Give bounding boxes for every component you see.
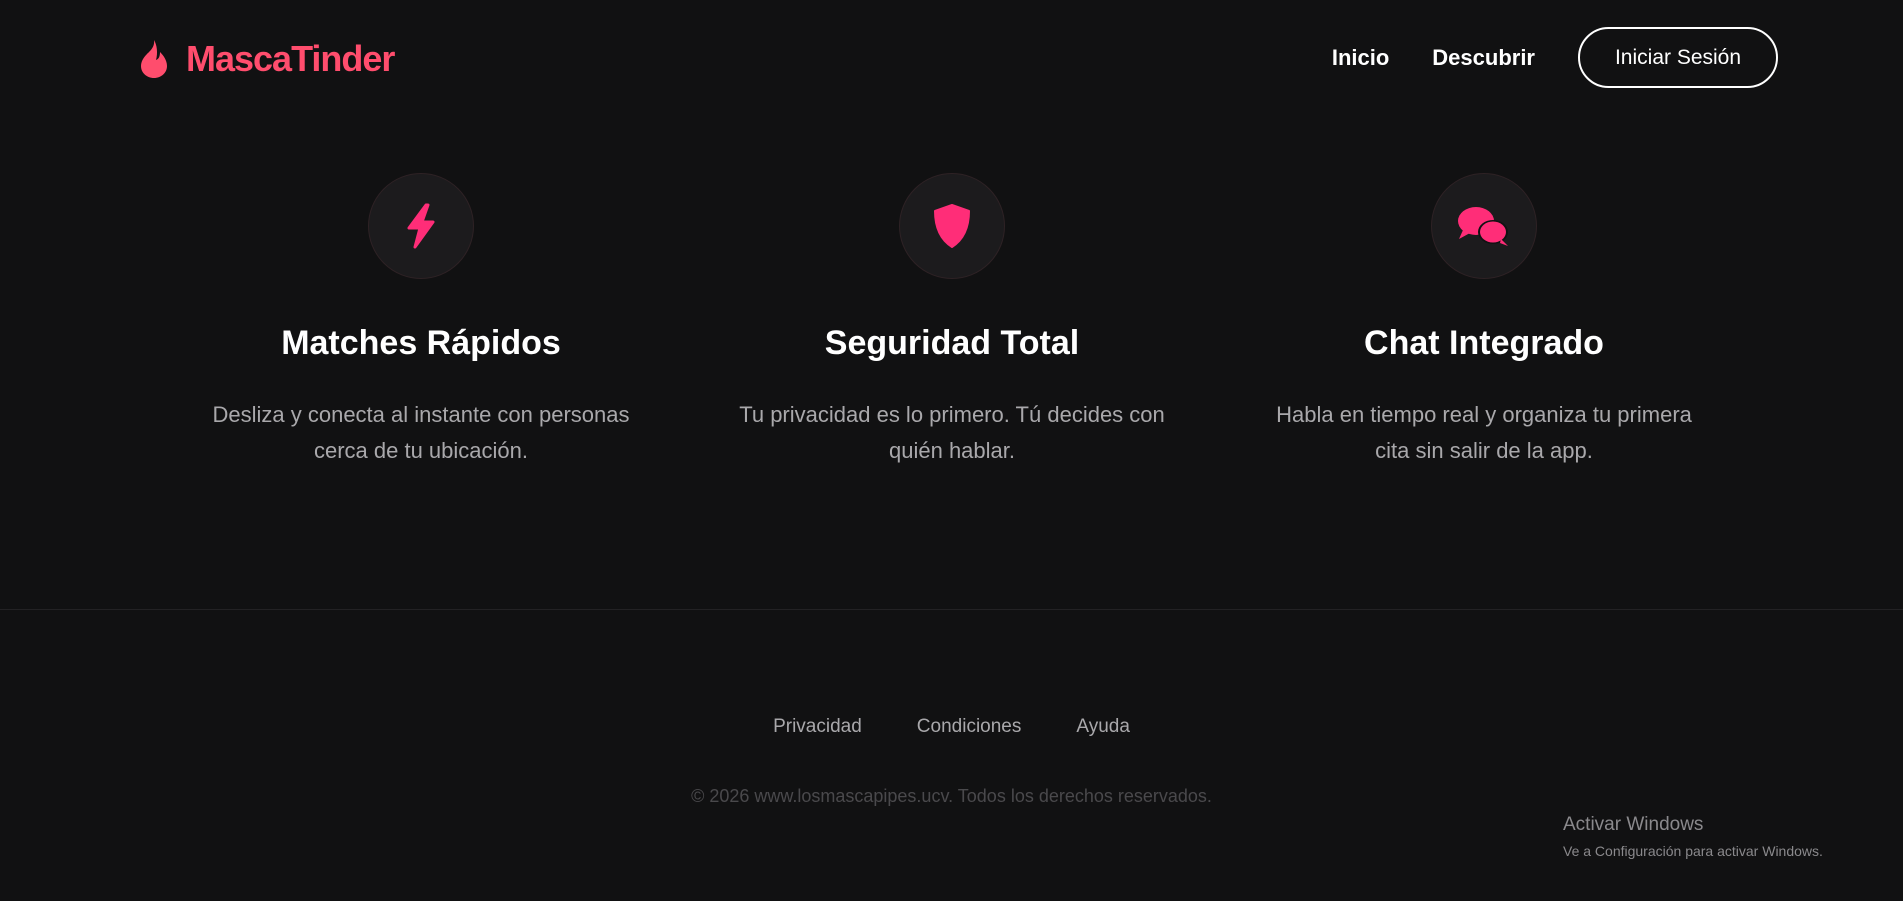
footer-link-privacidad[interactable]: Privacidad bbox=[773, 716, 862, 738]
main-nav: Inicio Descubrir Iniciar Sesión bbox=[1332, 27, 1778, 88]
windows-activation-watermark: Activar Windows Ve a Configuración para … bbox=[1563, 813, 1823, 861]
site-header: MascaTinder Inicio Descubrir Iniciar Ses… bbox=[0, 0, 1903, 116]
feature-card-security: Seguridad Total Tu privacidad es lo prim… bbox=[722, 173, 1182, 469]
feature-description: Tu privacidad es lo primero. Tú decides … bbox=[739, 402, 1165, 463]
feature-title: Seguridad Total bbox=[824, 324, 1080, 362]
shield-icon bbox=[934, 204, 970, 248]
feature-card-matches: Matches Rápidos Desliza y conecta al ins… bbox=[191, 173, 651, 469]
feature-icon-circle bbox=[368, 173, 474, 279]
copyright-text: © 2026 www.losmascapipes.ucv. Todos los … bbox=[691, 786, 1212, 806]
feature-title: Matches Rápidos bbox=[281, 324, 561, 362]
feature-title: Chat Integrado bbox=[1364, 324, 1604, 362]
footer-link-condiciones[interactable]: Condiciones bbox=[917, 716, 1022, 738]
feature-description: Desliza y conecta al instante con person… bbox=[212, 402, 630, 463]
footer-link-ayuda[interactable]: Ayuda bbox=[1076, 716, 1130, 738]
brand-name: MascaTinder bbox=[186, 38, 395, 79]
features-section: Matches Rápidos Desliza y conecta al ins… bbox=[0, 173, 1903, 473]
lightning-bolt-icon bbox=[407, 203, 435, 249]
nav-link-descubrir[interactable]: Descubrir bbox=[1432, 45, 1535, 71]
feature-description: Habla en tiempo real y organiza tu prime… bbox=[1276, 402, 1692, 463]
watermark-subtitle: Ve a Configuración para activar Windows. bbox=[1563, 843, 1823, 859]
login-button[interactable]: Iniciar Sesión bbox=[1578, 27, 1778, 88]
footer-divider bbox=[0, 609, 1903, 610]
nav-link-inicio[interactable]: Inicio bbox=[1332, 45, 1389, 71]
feature-card-chat: Chat Integrado Habla en tiempo real y or… bbox=[1254, 173, 1714, 469]
feature-icon-circle bbox=[1431, 173, 1537, 279]
chat-bubbles-icon bbox=[1458, 207, 1508, 246]
brand-logo[interactable]: MascaTinder bbox=[138, 37, 395, 81]
flame-icon bbox=[141, 40, 167, 78]
watermark-title: Activar Windows bbox=[1563, 814, 1704, 835]
page: MascaTinder Inicio Descubrir Iniciar Ses… bbox=[0, 0, 1903, 901]
footer-links: Privacidad Condiciones Ayuda bbox=[0, 716, 1903, 738]
feature-icon-circle bbox=[899, 173, 1005, 279]
